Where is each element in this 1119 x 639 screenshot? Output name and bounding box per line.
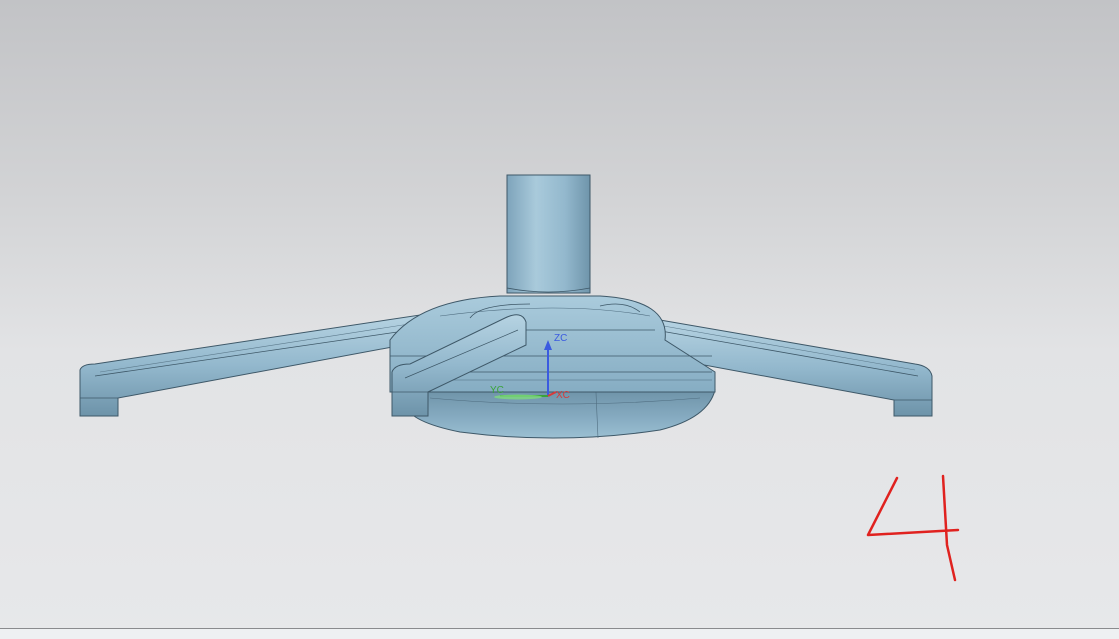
z-axis-label: ZC [554,333,567,344]
vertical-cylinder[interactable] [506,174,591,294]
x-axis-label: XC [556,390,570,401]
status-bar [0,629,1119,639]
left-arm[interactable] [79,314,431,417]
graphics-viewport[interactable]: ZC YC XC [0,0,1119,639]
handwritten-annotation-drawing [866,474,960,582]
y-axis-label: YC [490,385,504,396]
cad-scene[interactable]: ZC YC XC [0,0,1119,639]
